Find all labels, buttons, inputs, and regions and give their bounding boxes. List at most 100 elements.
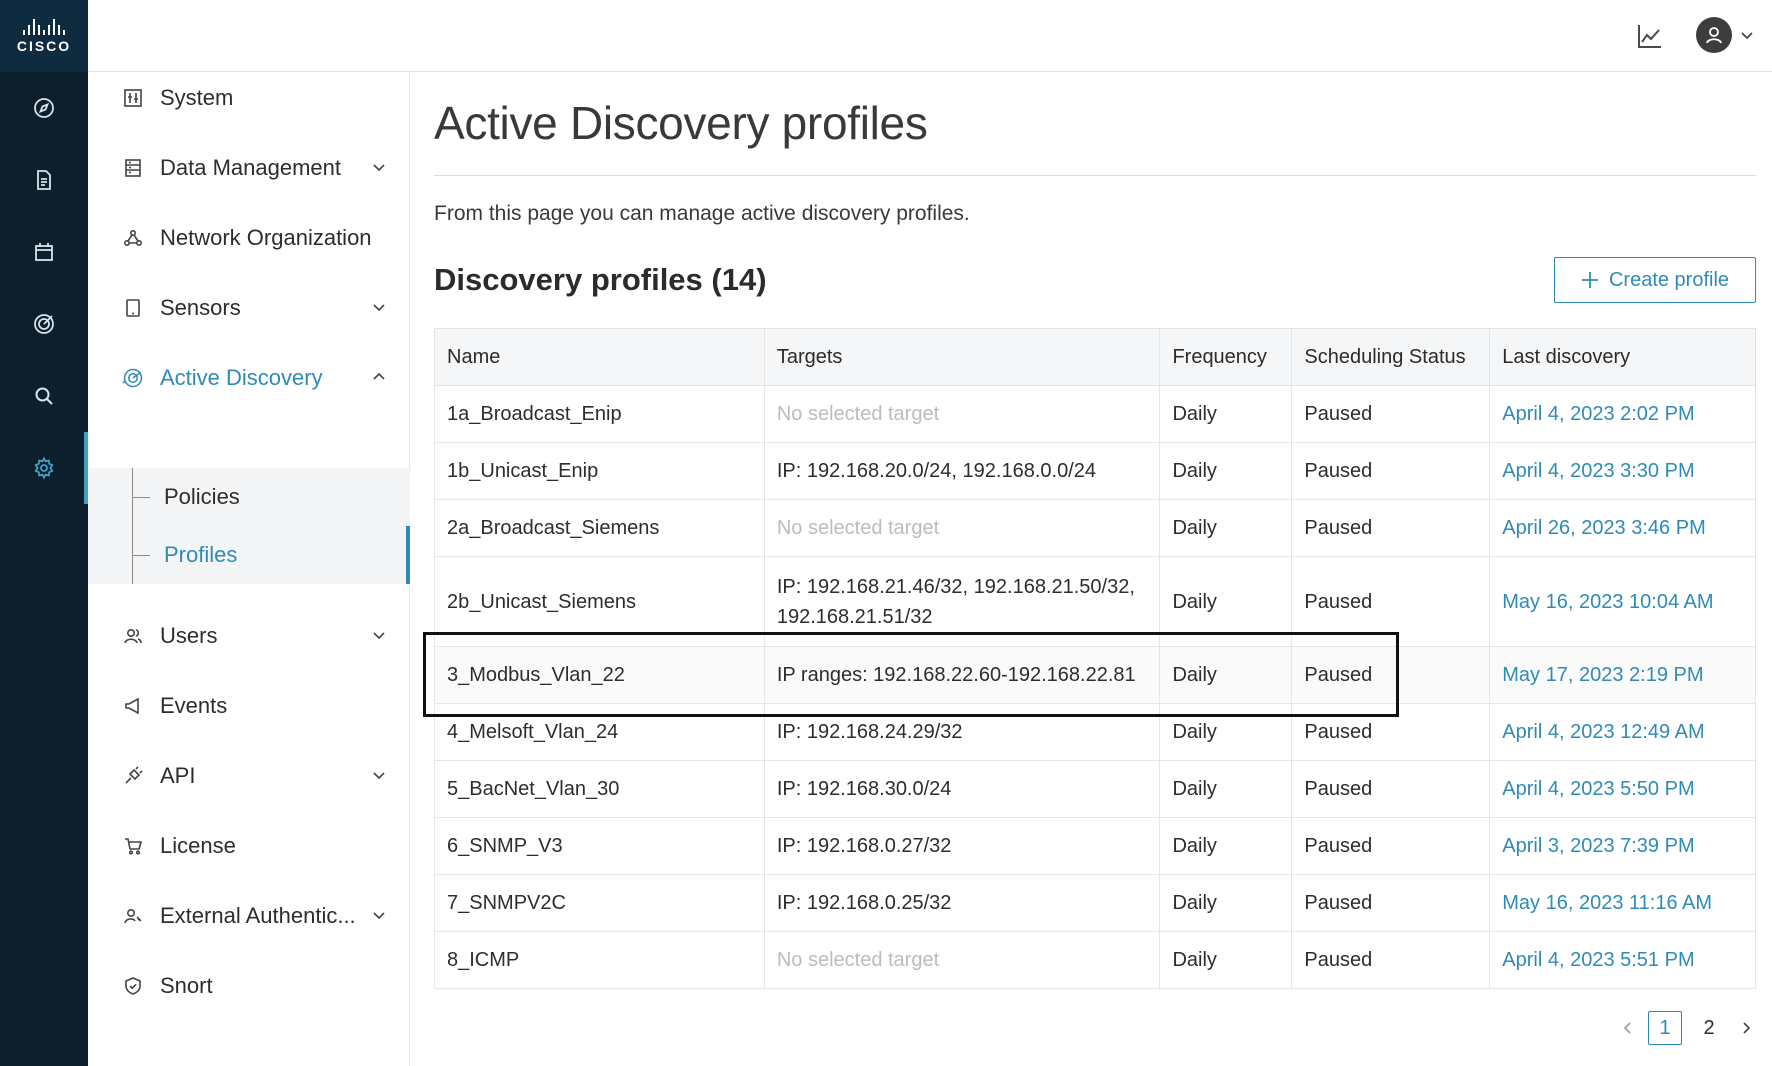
chevron-down-icon bbox=[370, 626, 388, 644]
chevron-down-icon bbox=[370, 298, 388, 316]
sidebar-item-label: Users bbox=[160, 623, 218, 648]
table-header-row: Name Targets Frequency Scheduling Status… bbox=[434, 328, 1756, 386]
profile-status: Paused bbox=[1291, 931, 1491, 989]
chevron-down-icon bbox=[370, 906, 388, 924]
sidebar-item-label: System bbox=[160, 85, 234, 110]
sidebar-item-label: Sensors bbox=[160, 295, 241, 320]
user-menu-toggle[interactable] bbox=[1738, 26, 1756, 44]
profile-frequency: Daily bbox=[1159, 760, 1293, 818]
sidebar-item-license[interactable]: License bbox=[88, 820, 410, 872]
profile-name: 1a_Broadcast_Enip bbox=[434, 385, 765, 443]
sidebar-item-sensors[interactable]: Sensors bbox=[88, 282, 410, 334]
profile-targets: No selected target bbox=[763, 385, 1161, 443]
profile-status: Paused bbox=[1291, 499, 1491, 557]
table-row[interactable]: 8_ICMP No selected target Daily Paused A… bbox=[434, 931, 1756, 989]
rail-search-button[interactable] bbox=[0, 360, 88, 432]
table-row[interactable]: 1a_Broadcast_Enip No selected target Dai… bbox=[434, 385, 1756, 443]
plus-icon bbox=[1581, 272, 1598, 288]
profile-status: Paused bbox=[1291, 874, 1491, 932]
top-header bbox=[88, 0, 1772, 72]
last-discovery-link[interactable]: April 3, 2023 7:39 PM bbox=[1489, 817, 1756, 875]
rail-calendar-button[interactable] bbox=[0, 216, 88, 288]
last-discovery-link[interactable]: April 4, 2023 2:02 PM bbox=[1489, 385, 1756, 443]
page-2-button[interactable]: 2 bbox=[1692, 1011, 1726, 1045]
last-discovery-link[interactable]: April 4, 2023 3:30 PM bbox=[1489, 442, 1756, 500]
sidebar-item-active-discovery[interactable]: Active Discovery bbox=[88, 352, 410, 404]
column-header-scheduling-status[interactable]: Scheduling Status bbox=[1291, 328, 1491, 386]
column-header-last-discovery[interactable]: Last discovery bbox=[1489, 328, 1756, 386]
sidebar-subitem-profiles[interactable]: Profiles bbox=[132, 526, 410, 584]
profile-frequency: Daily bbox=[1159, 931, 1293, 989]
profile-targets: No selected target bbox=[763, 499, 1161, 557]
page-1-button[interactable]: 1 bbox=[1648, 1011, 1682, 1045]
next-page-button[interactable] bbox=[1736, 1018, 1756, 1038]
column-header-name[interactable]: Name bbox=[434, 328, 765, 386]
last-discovery-link[interactable]: May 16, 2023 11:16 AM bbox=[1489, 874, 1756, 932]
last-discovery-link[interactable]: April 4, 2023 12:49 AM bbox=[1489, 703, 1756, 761]
table-row[interactable]: 6_SNMP_V3 IP: 192.168.0.27/32 Daily Paus… bbox=[434, 817, 1756, 875]
cart-icon bbox=[122, 835, 144, 857]
active-discovery-submenu: Policies Profiles bbox=[88, 468, 410, 584]
profile-frequency: Daily bbox=[1159, 499, 1293, 557]
profile-frequency: Daily bbox=[1159, 385, 1293, 443]
rail-compass-button[interactable] bbox=[0, 72, 88, 144]
create-profile-button[interactable]: Create profile bbox=[1554, 257, 1756, 303]
table-row[interactable]: 1b_Unicast_Enip IP: 192.168.20.0/24, 192… bbox=[434, 442, 1756, 500]
column-header-targets[interactable]: Targets bbox=[763, 328, 1161, 386]
sidebar-item-api[interactable]: API bbox=[88, 750, 410, 802]
profile-name: 1b_Unicast_Enip bbox=[434, 442, 765, 500]
last-discovery-link[interactable]: April 4, 2023 5:51 PM bbox=[1489, 931, 1756, 989]
settings-sidebar: System Data Management Network Organizat… bbox=[88, 72, 410, 1066]
sidebar-item-data-management[interactable]: Data Management bbox=[88, 142, 410, 194]
calendar-icon bbox=[35, 243, 53, 261]
sliders-icon bbox=[122, 87, 144, 109]
line-chart-icon bbox=[1638, 25, 1661, 48]
shield-icon bbox=[122, 975, 144, 997]
target-icon bbox=[34, 314, 54, 334]
last-discovery-link[interactable]: May 16, 2023 10:04 AM bbox=[1489, 556, 1756, 647]
icon-rail: CISCO bbox=[0, 0, 88, 1066]
profile-frequency: Daily bbox=[1159, 442, 1293, 500]
sidebar-subitem-policies[interactable]: Policies bbox=[132, 468, 410, 526]
sidebar-item-external-authentication[interactable]: External Authentic... bbox=[88, 890, 410, 942]
document-icon bbox=[37, 170, 51, 190]
sidebar-item-system[interactable]: System bbox=[88, 72, 410, 124]
user-avatar-icon bbox=[1706, 27, 1722, 44]
profile-targets: IP: 192.168.30.0/24 bbox=[763, 760, 1161, 818]
search-icon bbox=[35, 387, 53, 405]
last-discovery-link[interactable]: April 4, 2023 5:50 PM bbox=[1489, 760, 1756, 818]
profile-frequency: Daily bbox=[1159, 874, 1293, 932]
rail-target-button[interactable] bbox=[0, 288, 88, 360]
sidebar-item-users[interactable]: Users bbox=[88, 610, 410, 662]
user-avatar-button[interactable] bbox=[1696, 17, 1732, 53]
profile-status: Paused bbox=[1291, 760, 1491, 818]
table-row[interactable]: 5_BacNet_Vlan_30 IP: 192.168.30.0/24 Dai… bbox=[434, 760, 1756, 818]
chevron-down-icon bbox=[370, 158, 388, 176]
table-row[interactable]: 2a_Broadcast_Siemens No selected target … bbox=[434, 499, 1756, 557]
users-icon bbox=[122, 625, 144, 647]
page-title: Active Discovery profiles bbox=[434, 97, 928, 149]
sidebar-item-label: API bbox=[160, 763, 196, 788]
sidebar-item-network-organization[interactable]: Network Organization bbox=[88, 212, 410, 264]
previous-page-button[interactable] bbox=[1618, 1018, 1638, 1038]
sidebar-item-snort[interactable]: Snort bbox=[88, 960, 410, 1012]
compass-icon bbox=[34, 98, 54, 118]
sidebar-item-events[interactable]: Events bbox=[88, 680, 410, 732]
profile-name: 7_SNMPV2C bbox=[434, 874, 765, 932]
cisco-logo[interactable]: CISCO bbox=[0, 0, 88, 72]
last-discovery-link[interactable]: May 17, 2023 2:19 PM bbox=[1489, 646, 1756, 704]
column-header-frequency[interactable]: Frequency bbox=[1159, 328, 1293, 386]
sidebar-item-label: Events bbox=[160, 693, 228, 718]
profile-name: 2a_Broadcast_Siemens bbox=[434, 499, 765, 557]
sidebar-item-label: Snort bbox=[160, 973, 213, 998]
cisco-logo-bars bbox=[23, 18, 65, 35]
chevron-up-icon bbox=[370, 368, 388, 386]
rail-reports-button[interactable] bbox=[0, 144, 88, 216]
sidebar-item-label: Data Management bbox=[160, 155, 341, 180]
last-discovery-link[interactable]: April 26, 2023 3:46 PM bbox=[1489, 499, 1756, 557]
rail-settings-button[interactable] bbox=[0, 432, 88, 504]
pagination: 1 2 bbox=[1618, 1010, 1758, 1046]
profile-name: 5_BacNet_Vlan_30 bbox=[434, 760, 765, 818]
table-row[interactable]: 7_SNMPV2C IP: 192.168.0.25/32 Daily Paus… bbox=[434, 874, 1756, 932]
analytics-button[interactable] bbox=[1632, 18, 1668, 54]
